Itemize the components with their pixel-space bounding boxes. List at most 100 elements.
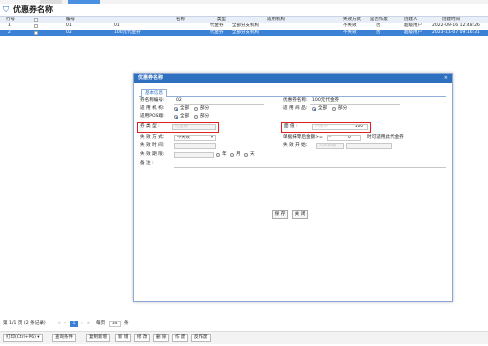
cell-code: 02 bbox=[66, 30, 72, 35]
dialog-tabbar: 基本信息 bbox=[139, 89, 446, 97]
cell-type: 代金券 bbox=[210, 30, 224, 35]
single-limit-label: 单据抹零后金额>= bbox=[283, 135, 323, 140]
unvoid-button[interactable]: 反作废 bbox=[191, 334, 211, 342]
pager-summary: 第 1/1 页 (2 条记录) bbox=[3, 321, 46, 326]
cell-name: 01 bbox=[114, 23, 120, 28]
print-button[interactable]: 打印(Ctrl+P6) ▾ bbox=[3, 334, 43, 342]
void-button[interactable]: 作 废 bbox=[172, 334, 189, 342]
edit-button[interactable]: 修 改 bbox=[134, 334, 151, 342]
face-value-text: 100 bbox=[354, 124, 363, 129]
page-size-input[interactable]: 34 bbox=[109, 321, 121, 327]
goods-all-label: 全部 bbox=[318, 106, 328, 111]
cell-void: 否 bbox=[376, 23, 381, 28]
query-button[interactable]: 查询条件 bbox=[52, 334, 76, 342]
name-label: 优惠券名称: bbox=[283, 98, 308, 103]
ticket-icon: ⛉ bbox=[3, 5, 9, 14]
cell-row-no: 1 bbox=[8, 23, 11, 28]
pagination-bar: 第 1/1 页 (2 条记录) « ‹ 1 › » 每页 34 条 bbox=[0, 320, 488, 329]
pos-all-label: 全部 bbox=[180, 114, 190, 119]
period-month-radio[interactable] bbox=[230, 153, 234, 157]
delete-button[interactable]: 删 除 bbox=[153, 334, 170, 342]
bottom-toolbar: 打印(Ctrl+P6) ▾ 查询条件 复制新增 新 增 修 改 删 除 作 废 … bbox=[0, 331, 488, 344]
copy-add-button[interactable]: 复制新增 bbox=[86, 334, 110, 342]
table-row-selected[interactable]: 2 02 100元代金券 代金券 全部分支机构 不失效 否 超级用户 2023-… bbox=[0, 30, 488, 36]
period-day-radio[interactable] bbox=[244, 153, 248, 157]
period-year-label: 年 bbox=[222, 152, 227, 157]
cell-created: 2023-11-07 09:16:31 bbox=[432, 30, 480, 35]
first-page-icon[interactable]: « bbox=[58, 321, 61, 327]
pos-part-radio[interactable] bbox=[194, 115, 198, 119]
cell-code: 01 bbox=[66, 23, 72, 28]
expire-period-label: 失 效 期 限: bbox=[140, 152, 165, 157]
code-underline bbox=[174, 104, 264, 105]
pos-all-radio[interactable] bbox=[174, 115, 178, 119]
expire-time-input[interactable] bbox=[174, 143, 216, 149]
close-button[interactable]: 关 闭 bbox=[292, 210, 308, 219]
expire-mode-select[interactable]: 不失效 ▾ bbox=[174, 135, 216, 141]
goods-part-radio[interactable] bbox=[332, 107, 336, 111]
remark-label: 备 注 : bbox=[140, 161, 154, 166]
row-checkbox[interactable] bbox=[34, 24, 38, 28]
expire-start-label: 失 效 开 始: bbox=[283, 143, 308, 148]
last-page-icon[interactable]: » bbox=[87, 321, 90, 327]
cell-org: 全部分支机构 bbox=[232, 23, 259, 28]
single-limit-value: 0 bbox=[348, 135, 351, 140]
cell-org: 全部分支机构 bbox=[232, 30, 259, 35]
prev-page-icon[interactable]: ‹ bbox=[64, 321, 66, 327]
remark-input[interactable] bbox=[174, 167, 446, 168]
expire-time-label: 失 效 时 间: bbox=[140, 143, 165, 148]
cell-expire-mode: 不失效 bbox=[343, 23, 357, 28]
face-value-input[interactable]: 人民币 100 bbox=[312, 124, 368, 130]
page-size-label: 每页 bbox=[96, 321, 106, 326]
cell-created: 2022-09-16 12:48:26 bbox=[432, 23, 480, 28]
window-title: 优惠券名称 bbox=[13, 5, 53, 14]
page-size-unit: 条 bbox=[124, 321, 129, 326]
coupon-type-input[interactable]: 代金券 bbox=[172, 124, 216, 130]
expire-start-input[interactable]: 入库日期 bbox=[316, 143, 344, 149]
name-underline bbox=[310, 104, 400, 105]
goods-part-label: 部分 bbox=[338, 106, 348, 111]
org-all-radio[interactable] bbox=[174, 107, 178, 111]
cell-creator: 超级用户 bbox=[404, 23, 422, 28]
dialog-title: 优惠券名称 bbox=[138, 75, 164, 81]
save-button[interactable]: 保 存 bbox=[272, 210, 288, 219]
org-label: 适 用 机 构: bbox=[140, 106, 165, 111]
expire-start-extra bbox=[346, 143, 392, 149]
add-button[interactable]: 新 增 bbox=[115, 334, 132, 342]
minus-icon[interactable]: − bbox=[328, 136, 332, 140]
single-limit-input[interactable]: − 0 bbox=[327, 135, 361, 141]
tab-basic-info[interactable]: 基本信息 bbox=[141, 89, 167, 97]
row-checkbox[interactable] bbox=[34, 31, 38, 35]
cell-expire-mode: 不失效 bbox=[343, 30, 357, 35]
period-day-label: 天 bbox=[250, 152, 255, 157]
coupon-type-label: 券 类 型 : bbox=[140, 124, 160, 129]
expire-mode-value: 不失效 bbox=[177, 135, 190, 140]
pos-part-label: 部分 bbox=[200, 114, 210, 119]
close-icon[interactable]: × bbox=[444, 74, 448, 83]
table-row[interactable]: 1 01 01 代金券 全部分支机构 不失效 否 超级用户 2022-09-16… bbox=[0, 23, 488, 29]
cell-void: 否 bbox=[376, 30, 381, 35]
single-limit-suffix: 时可适用此代金券 bbox=[367, 135, 404, 140]
dialog-titlebar: 优惠券名称 × bbox=[134, 74, 452, 83]
org-all-label: 全部 bbox=[180, 106, 190, 111]
cell-type: 代金券 bbox=[210, 23, 224, 28]
chevron-down-icon: ▾ bbox=[210, 135, 213, 140]
period-month-label: 月 bbox=[236, 152, 241, 157]
coupon-edit-dialog: 优惠券名称 × 基本信息 券名称编号: 02 优惠券名称: 100元代金券 适 … bbox=[133, 73, 453, 302]
goods-label: 适 用 商 品: bbox=[283, 106, 308, 111]
expire-period-input[interactable] bbox=[174, 152, 214, 158]
select-all-checkbox[interactable] bbox=[34, 18, 38, 22]
code-label: 券名称编号: bbox=[140, 98, 165, 103]
goods-all-radio[interactable] bbox=[312, 107, 316, 111]
cell-row-no: 2 bbox=[8, 30, 11, 35]
current-page-button[interactable]: 1 bbox=[70, 321, 78, 327]
next-page-icon[interactable]: › bbox=[81, 321, 83, 327]
pos-label: 适用POS端: bbox=[140, 114, 165, 119]
period-year-radio[interactable] bbox=[216, 153, 220, 157]
org-part-radio[interactable] bbox=[194, 107, 198, 111]
window-titlebar: ⛉ 优惠券名称 bbox=[0, 4, 488, 16]
face-value-label: 面 值 : bbox=[284, 124, 298, 129]
face-value-placeholder: 人民币 bbox=[315, 124, 328, 129]
org-part-label: 部分 bbox=[200, 106, 210, 111]
cell-name: 100元代金券 bbox=[114, 30, 141, 35]
